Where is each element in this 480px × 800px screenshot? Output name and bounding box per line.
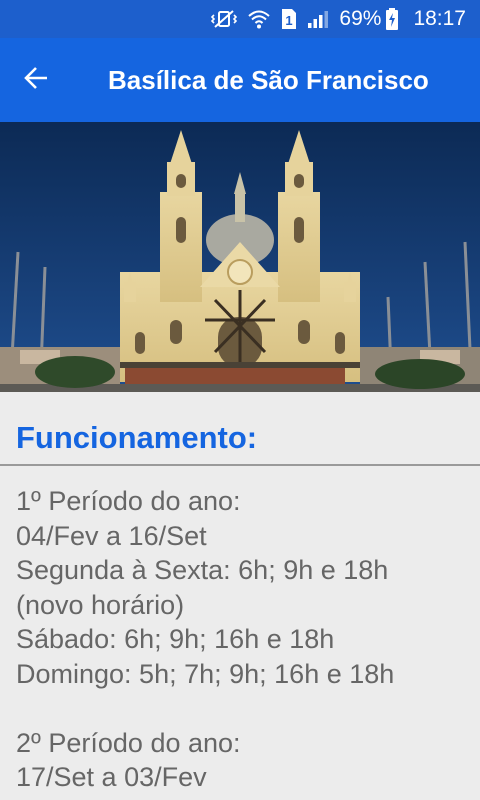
church-photo (0, 122, 480, 392)
svg-text:1: 1 (286, 13, 293, 28)
page-title: Basílica de São Francisco (108, 64, 429, 95)
battery-percent: 69% (339, 7, 382, 30)
back-button[interactable] (0, 38, 72, 122)
period1-note: (novo horário) (16, 589, 185, 620)
period1-weekdays: Segunda à Sexta: 6h; 9h e 18h (16, 555, 389, 585)
status-bar: 1 69% 18:17 (0, 0, 480, 38)
sim-1-icon: 1 (281, 8, 297, 30)
vibrate-mute-icon (211, 9, 238, 29)
arrow-back-icon (23, 65, 49, 96)
period1-sunday: Domingo: 5h; 7h; 9h; 16h e 18h (16, 658, 395, 689)
schedule-text: 1º Período do ano: 04/Fev a 16/Set Segun… (16, 484, 476, 795)
period1-dates: 04/Fev a 16/Set (16, 520, 207, 551)
clock: 18:17 (413, 7, 466, 30)
battery-charging-icon (385, 8, 399, 30)
divider (0, 464, 480, 466)
period2-title: 2º Período do ano: (16, 727, 241, 758)
period1-saturday: Sábado: 6h; 9h; 16h e 18h (16, 624, 335, 654)
period1-title: 1º Período do ano: (16, 486, 241, 516)
signal-icon (307, 9, 329, 29)
wifi-icon (247, 9, 271, 29)
section-title: Funcionamento: (16, 420, 258, 455)
app-bar: Basílica de São Francisco (0, 38, 480, 122)
period2-dates: 17/Set a 03/Fev (16, 762, 207, 792)
